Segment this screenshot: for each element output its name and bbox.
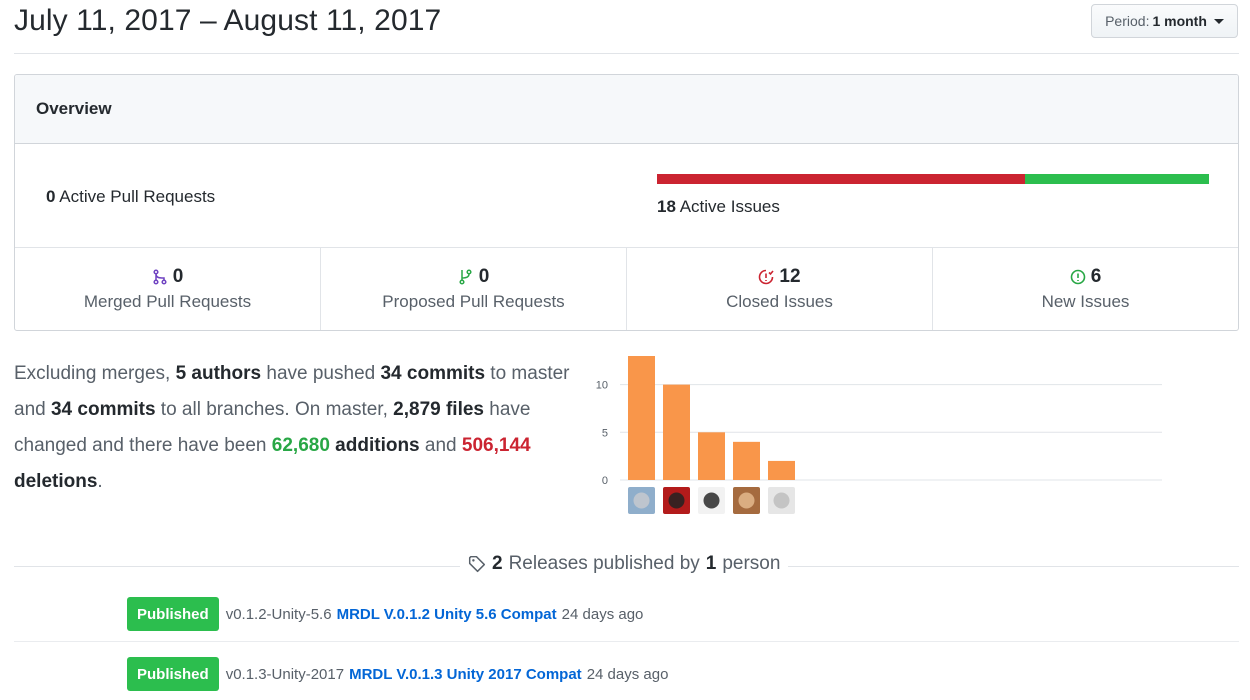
closed-issue-icon — [759, 269, 775, 285]
page-title: July 11, 2017 – August 11, 2017 — [14, 4, 442, 37]
release-time: 24 days ago — [561, 605, 644, 623]
chart-bar — [663, 384, 690, 480]
closed-issues-count: 12 — [779, 266, 801, 287]
issues-progress-bar — [657, 174, 1209, 184]
y-tick-label: 5 — [602, 427, 608, 439]
new-issues-count: 6 — [1090, 266, 1102, 287]
stat-proposed-pull-requests[interactable]: 0 Proposed Pull Requests — [321, 248, 627, 330]
stat-new-issues[interactable]: 6 New Issues — [933, 248, 1238, 330]
avatar-face — [633, 492, 650, 509]
stat-merged-pull-requests[interactable]: 0 Merged Pull Requests — [15, 248, 321, 330]
active-pull-requests-link[interactable]: 0 Active Pull Requests — [46, 187, 215, 207]
summary-text: have pushed — [261, 363, 381, 384]
period-prefix: Period: — [1105, 13, 1150, 29]
y-tick-label: 10 — [596, 380, 608, 392]
published-badge: Published — [127, 657, 219, 691]
releases-text-end: person — [722, 553, 781, 574]
release-title-link[interactable]: MRDL V.0.1.2 Unity 5.6 Compat — [337, 606, 557, 623]
new-issues-label: New Issues — [1041, 292, 1130, 311]
contributors-bar-chart: 0 5 10 — [596, 356, 1162, 514]
chart-bar — [628, 356, 655, 480]
chart-bar — [698, 432, 725, 480]
tag-icon — [468, 555, 486, 573]
proposed-pr-icon — [459, 269, 472, 285]
deletions-word: deletions — [14, 471, 98, 492]
release-time: 24 days ago — [586, 665, 669, 683]
avatar-face — [738, 492, 755, 509]
chevron-down-icon — [1213, 18, 1224, 24]
y-tick-label: 0 — [602, 475, 608, 487]
merged-pr-label: Merged Pull Requests — [83, 292, 252, 311]
new-issue-icon — [1070, 269, 1086, 285]
stat-closed-issues[interactable]: 12 Closed Issues — [627, 248, 933, 330]
commits-all-count: 34 commits — [50, 399, 156, 420]
deletions-count: 506,144 — [461, 435, 531, 456]
avatar-face — [703, 492, 720, 509]
summary-text: Excluding merges, — [14, 363, 176, 384]
commit-summary-text: Excluding merges, 5 authors have pushed … — [14, 356, 574, 500]
release-tag: v0.1.2-Unity-5.6 — [225, 605, 332, 623]
proposed-pr-label: Proposed Pull Requests — [382, 292, 565, 311]
active-pr-count: 0 — [46, 187, 56, 206]
active-issues-count: 18 — [657, 197, 676, 216]
period-dropdown-button[interactable]: Period: 1 month — [1091, 4, 1238, 38]
files-changed-count: 2,879 files — [393, 399, 484, 420]
releases-text: Releases published by — [508, 553, 700, 574]
publishers-count: 1 — [705, 553, 717, 574]
releases-count: 2 — [492, 553, 503, 574]
summary-text: and — [419, 435, 462, 456]
release-tag: v0.1.3-Unity-2017 — [225, 665, 345, 683]
additions-word: additions — [329, 435, 420, 456]
authors-count: 5 authors — [175, 363, 262, 384]
avatar-face — [668, 492, 685, 509]
summary-text: . — [97, 471, 103, 492]
active-issues-label: Active Issues — [679, 197, 780, 216]
overview-heading: Overview — [15, 75, 1238, 144]
closed-issues-bar-segment — [657, 174, 1026, 184]
header-divider — [14, 53, 1239, 54]
summary-text: to all branches. On master, — [155, 399, 394, 420]
release-item: Published v0.1.2-Unity-5.6 MRDL V.0.1.2 … — [127, 597, 643, 631]
release-divider — [14, 641, 1239, 642]
active-pr-label: Active Pull Requests — [59, 187, 216, 206]
merged-pr-count: 0 — [172, 266, 184, 287]
releases-summary: 2 Releases published by 1 person — [460, 553, 789, 575]
overview-active-row: 0 Active Pull Requests 18 Active Issues — [15, 144, 1238, 248]
open-issues-bar-segment — [1025, 174, 1209, 184]
avatar-face — [773, 492, 790, 509]
chart-bar — [768, 460, 795, 480]
overview-panel: Overview 0 Active Pull Requests 18 Activ… — [14, 74, 1239, 331]
closed-issues-label: Closed Issues — [726, 292, 833, 311]
additions-count: 62,680 — [271, 435, 330, 456]
chart-bar — [733, 441, 760, 480]
commits-master-count: 34 commits — [380, 363, 486, 384]
release-item: Published v0.1.3-Unity-2017 MRDL V.0.1.3… — [127, 657, 668, 691]
period-value: 1 month — [1152, 13, 1207, 29]
overview-stats-row: 0 Merged Pull Requests 0 Proposed Pull R… — [15, 248, 1238, 330]
published-badge: Published — [127, 597, 219, 631]
merged-pr-icon — [153, 269, 167, 285]
active-issues-link[interactable]: 18 Active Issues — [657, 197, 780, 217]
proposed-pr-count: 0 — [478, 266, 490, 287]
release-title-link[interactable]: MRDL V.0.1.3 Unity 2017 Compat — [349, 666, 582, 683]
